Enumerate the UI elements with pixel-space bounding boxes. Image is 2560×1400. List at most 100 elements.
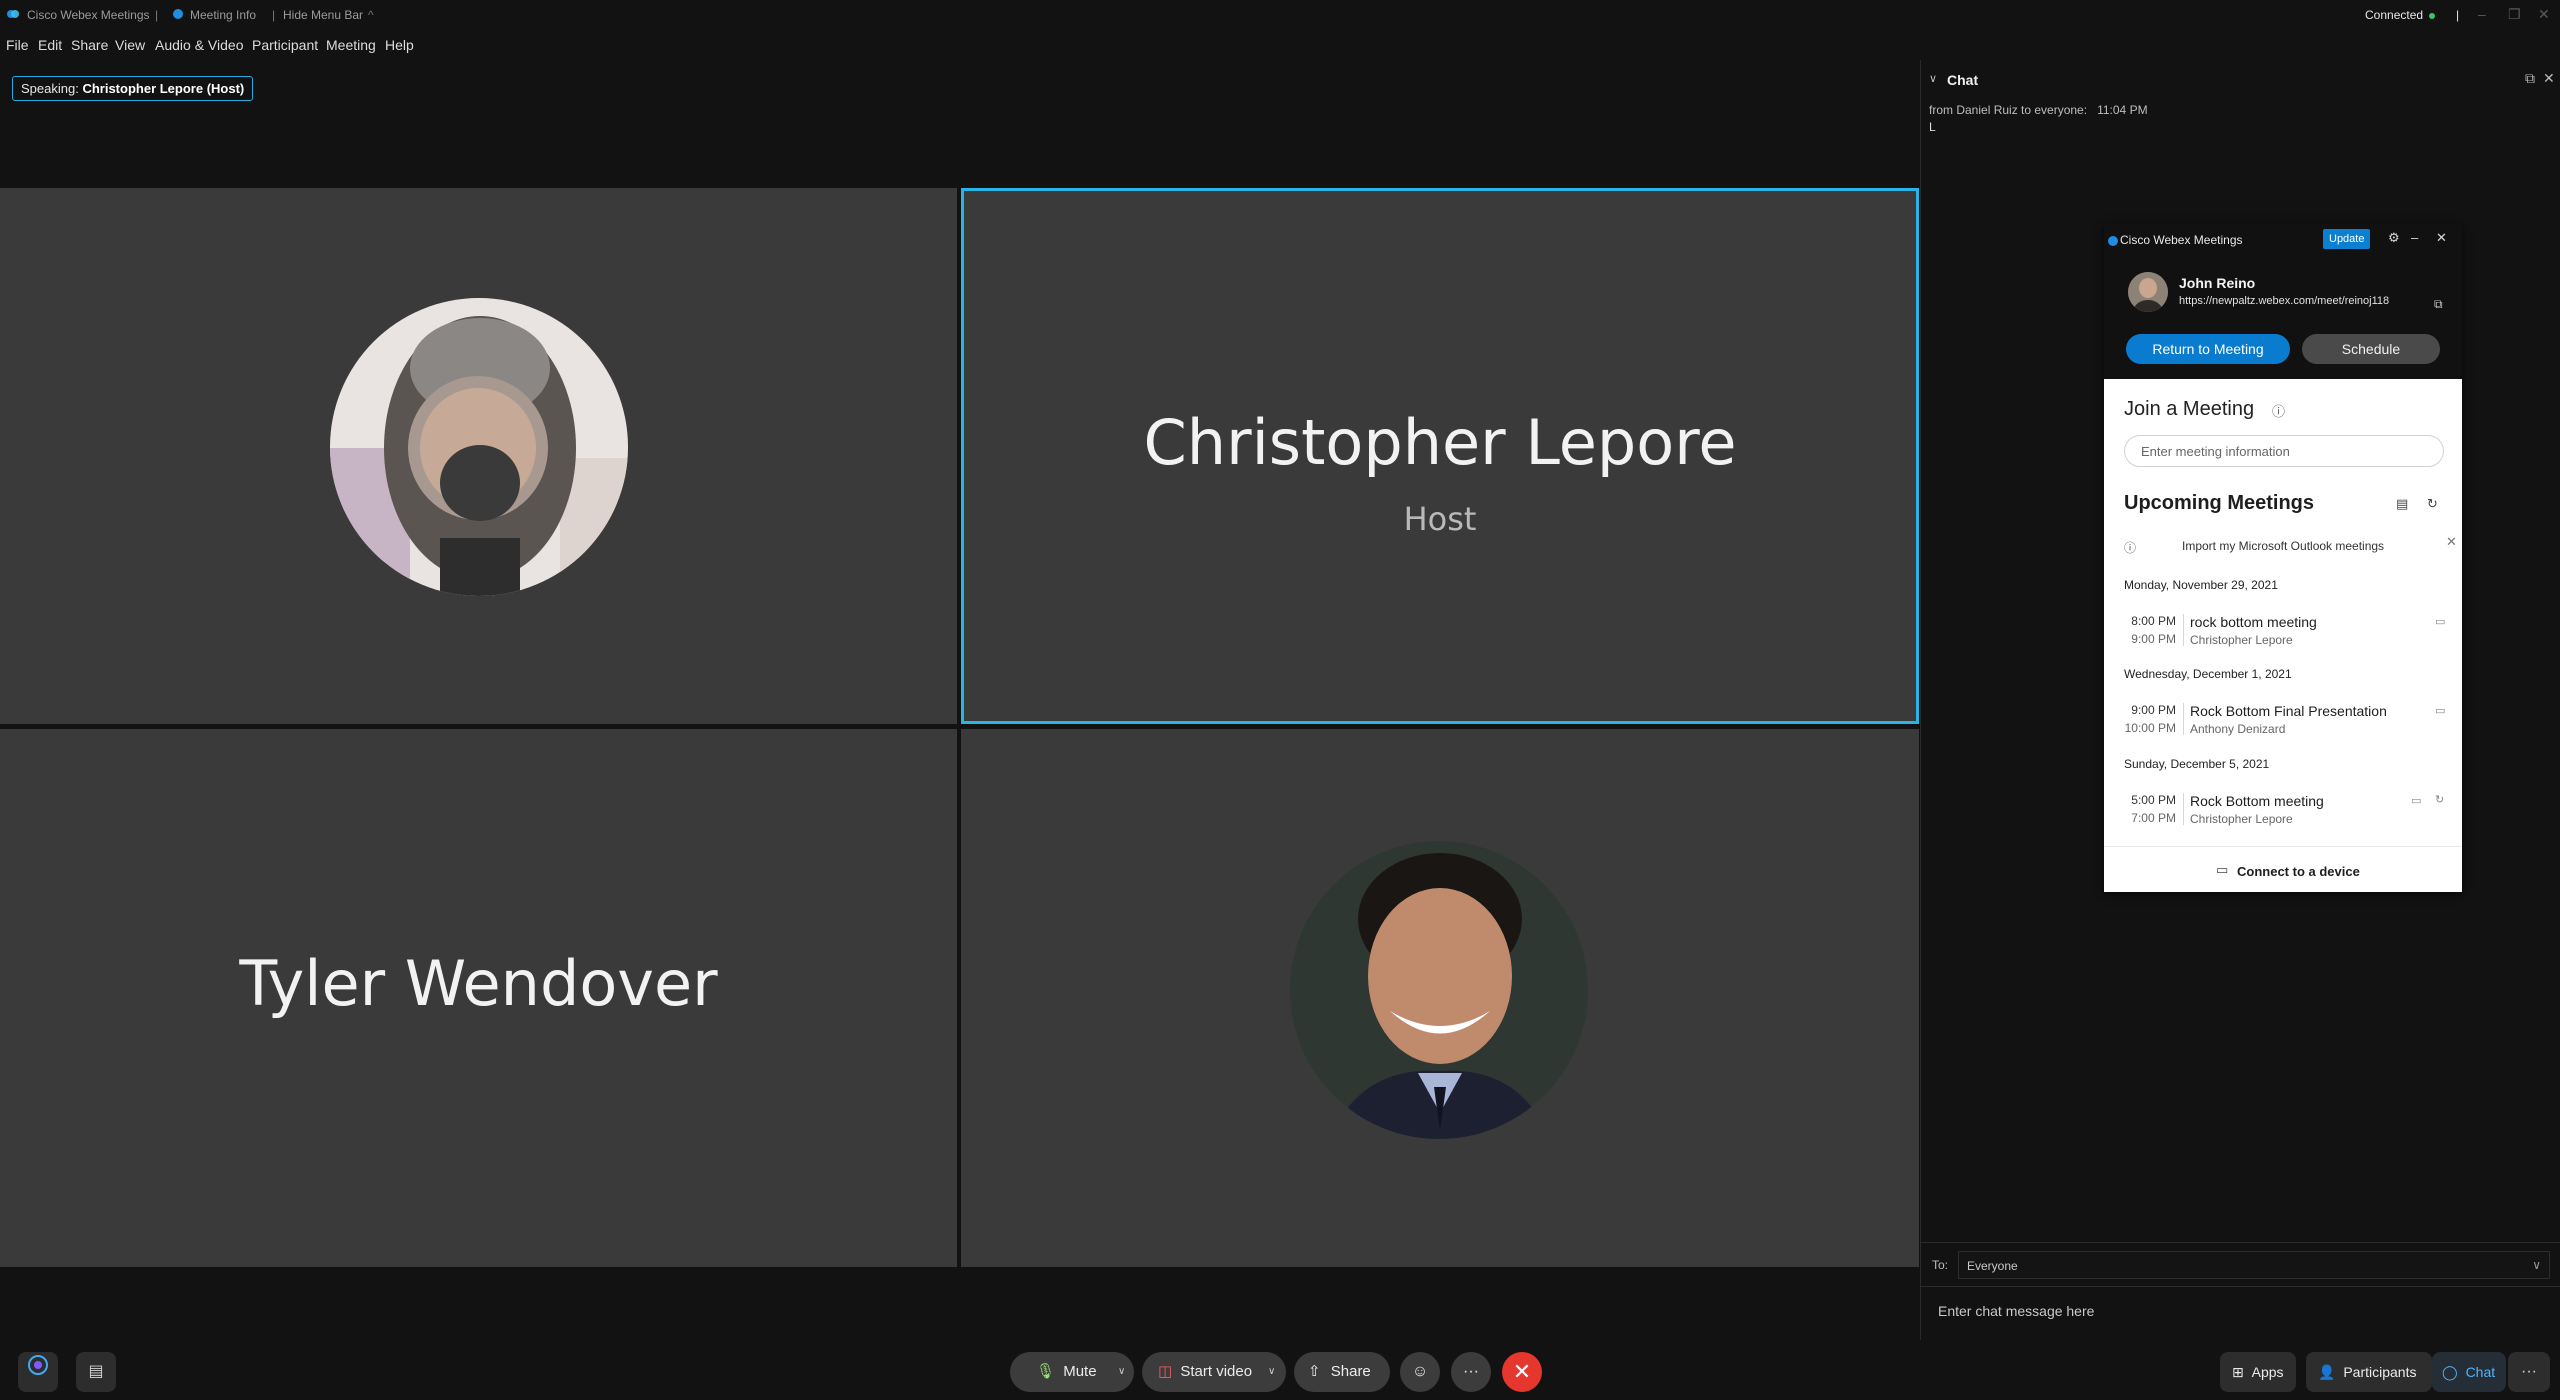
outlook-import-link[interactable]: Import my Microsoft Outlook meetings	[2182, 539, 2384, 553]
menu-share[interactable]: Share	[71, 37, 108, 53]
join-meeting-input[interactable]: Enter meeting information	[2124, 435, 2444, 467]
webex-assistant-button[interactable]	[18, 1352, 58, 1392]
chat-message-input[interactable]: Enter chat message here	[1920, 1286, 2560, 1338]
schedule-button[interactable]: Schedule	[2302, 334, 2440, 364]
chevron-down-icon[interactable]: ∨	[1929, 72, 1937, 85]
person-icon: 👤	[2318, 1364, 2336, 1380]
chat-message-text: L	[1929, 120, 1936, 134]
divider	[2183, 703, 2184, 735]
minimize-window-icon[interactable]: –	[2478, 6, 2486, 22]
video-tile-participant-3[interactable]: Tyler Wendover	[0, 729, 957, 1267]
meeting-date: Wednesday, December 1, 2021	[2124, 667, 2292, 681]
divider	[2183, 793, 2184, 825]
refresh-icon[interactable]: ↻	[2427, 496, 2438, 512]
webex-home-popup: Cisco Webex Meetings Update ⚙ – ✕ John R…	[2104, 224, 2462, 892]
cast-icon: ▭	[2216, 862, 2229, 877]
chevron-down-icon[interactable]: ∨	[1268, 1352, 1275, 1392]
title-bar: Cisco Webex Meetings | Meeting Info | Hi…	[0, 0, 2560, 30]
menu-file[interactable]: File	[6, 37, 29, 53]
info-icon[interactable]: ⓘ	[2272, 401, 2285, 420]
menu-view[interactable]: View	[115, 37, 145, 53]
chevron-down-icon: ∨	[2532, 1258, 2541, 1272]
meeting-host: Christopher Lepore	[2190, 812, 2293, 826]
leave-meeting-button[interactable]: ✕	[1502, 1352, 1542, 1392]
more-options-button[interactable]: ···	[1451, 1352, 1491, 1392]
meeting-end-time: 10:00 PM	[2124, 721, 2176, 735]
avatar	[2128, 272, 2168, 312]
share-button[interactable]: ⇧ Share	[1294, 1352, 1390, 1392]
title-separator: |	[155, 8, 159, 22]
close-icon[interactable]: ✕	[2446, 534, 2457, 550]
chevron-down-icon[interactable]: ∨	[1118, 1352, 1125, 1392]
more-icon: ···	[2521, 1363, 2537, 1380]
video-tile-participant-4[interactable]	[961, 729, 1919, 1267]
more-icon: ···	[1463, 1363, 1479, 1380]
close-icon[interactable]: ✕	[2543, 70, 2555, 87]
info-icon[interactable]	[173, 8, 183, 22]
captions-button[interactable]: ▤	[76, 1352, 116, 1392]
apps-button[interactable]: ⊞ Apps	[2220, 1352, 2296, 1392]
smiley-icon: ☺	[1411, 1363, 1429, 1380]
minimize-icon[interactable]: –	[2411, 230, 2418, 245]
personal-room-url[interactable]: https://newpaltz.webex.com/meet/reinoj11…	[2179, 295, 2389, 307]
webex-meeting-icon: ▭	[2435, 705, 2446, 717]
popup-app-title: Cisco Webex Meetings	[2120, 233, 2243, 247]
meeting-host: Anthony Denizard	[2190, 722, 2286, 736]
recurring-icon: ↻	[2435, 794, 2445, 806]
participant-avatar	[330, 298, 628, 596]
assistant-icon	[28, 1355, 48, 1375]
menu-audio-video[interactable]: Audio & Video	[155, 37, 243, 53]
speaking-name: Christopher Lepore (Host)	[82, 81, 245, 96]
chat-recipient-select[interactable]: Everyone ∨	[1958, 1251, 2550, 1279]
close-icon: ✕	[1512, 1359, 1532, 1384]
restore-window-icon[interactable]: ❐	[2508, 6, 2521, 23]
chat-title: Chat	[1947, 72, 1979, 88]
menu-participant[interactable]: Participant	[252, 37, 318, 53]
chat-message-meta: from Daniel Ruiz to everyone: 11:04 PM	[1929, 103, 2148, 117]
title-separator: |	[272, 8, 276, 22]
meeting-title: rock bottom meeting	[2190, 614, 2317, 630]
copy-icon[interactable]: ⧉	[2434, 297, 2443, 312]
update-button[interactable]: Update	[2323, 229, 2371, 249]
gear-icon[interactable]: ⚙	[2388, 230, 2400, 246]
popout-icon[interactable]: ⧉	[2525, 70, 2535, 87]
menu-meeting[interactable]: Meeting	[326, 37, 376, 53]
chat-recipient-row: To: Everyone ∨	[1920, 1242, 2560, 1286]
reactions-button[interactable]: ☺	[1400, 1352, 1440, 1392]
chevron-up-icon[interactable]: ^	[368, 8, 374, 22]
return-to-meeting-button[interactable]: Return to Meeting	[2126, 334, 2290, 364]
participants-button[interactable]: 👤 Participants	[2306, 1352, 2432, 1392]
meeting-info-link[interactable]: Meeting Info	[190, 8, 256, 22]
divider	[2183, 614, 2184, 646]
menu-help[interactable]: Help	[385, 37, 414, 53]
meeting-host: Christopher Lepore	[2190, 633, 2293, 647]
start-video-button[interactable]: ◫ Start video ∨	[1142, 1352, 1286, 1392]
participant-name: Tyler Wendover	[239, 947, 718, 1020]
hide-menu-bar-link[interactable]: Hide Menu Bar	[283, 8, 363, 22]
video-tile-participant-1[interactable]	[0, 188, 957, 724]
mute-button[interactable]: 🎙 Mute ∨	[1010, 1352, 1134, 1392]
close-icon[interactable]: ✕	[2436, 230, 2447, 246]
info-icon: ⓘ	[2124, 541, 2137, 555]
chat-button[interactable]: ◯ Chat	[2432, 1352, 2506, 1392]
chat-bubble-icon: ◯	[2442, 1364, 2458, 1380]
webex-meeting-icon: ▭	[2435, 616, 2446, 628]
outlook-import-banner: ⓘ Import my Microsoft Outlook meetings ✕	[2104, 534, 2462, 558]
meeting-start-time: 5:00 PM	[2131, 793, 2176, 807]
grid-icon: ⊞	[2232, 1364, 2244, 1380]
connect-to-device-button[interactable]: ▭ Connect to a device	[2104, 846, 2462, 892]
webex-logo-icon	[6, 8, 20, 23]
meeting-title: Rock Bottom Final Presentation	[2190, 703, 2387, 719]
video-tile-active-speaker[interactable]: Christopher Lepore Host	[961, 188, 1919, 724]
join-meeting-title: Join a Meeting	[2124, 398, 2255, 420]
menu-edit[interactable]: Edit	[38, 37, 62, 53]
calendar-icon[interactable]: ▤	[2396, 496, 2408, 512]
participant-name: Christopher Lepore	[1143, 406, 1737, 479]
more-panels-button[interactable]: ···	[2508, 1352, 2550, 1392]
speaking-label: Speaking:	[21, 81, 79, 96]
meeting-date: Monday, November 29, 2021	[2124, 578, 2278, 592]
close-window-icon[interactable]: ✕	[2538, 6, 2550, 23]
meeting-end-time: 9:00 PM	[2131, 632, 2176, 646]
connection-status: Connected	[2365, 8, 2436, 22]
meeting-end-time: 7:00 PM	[2131, 811, 2176, 825]
